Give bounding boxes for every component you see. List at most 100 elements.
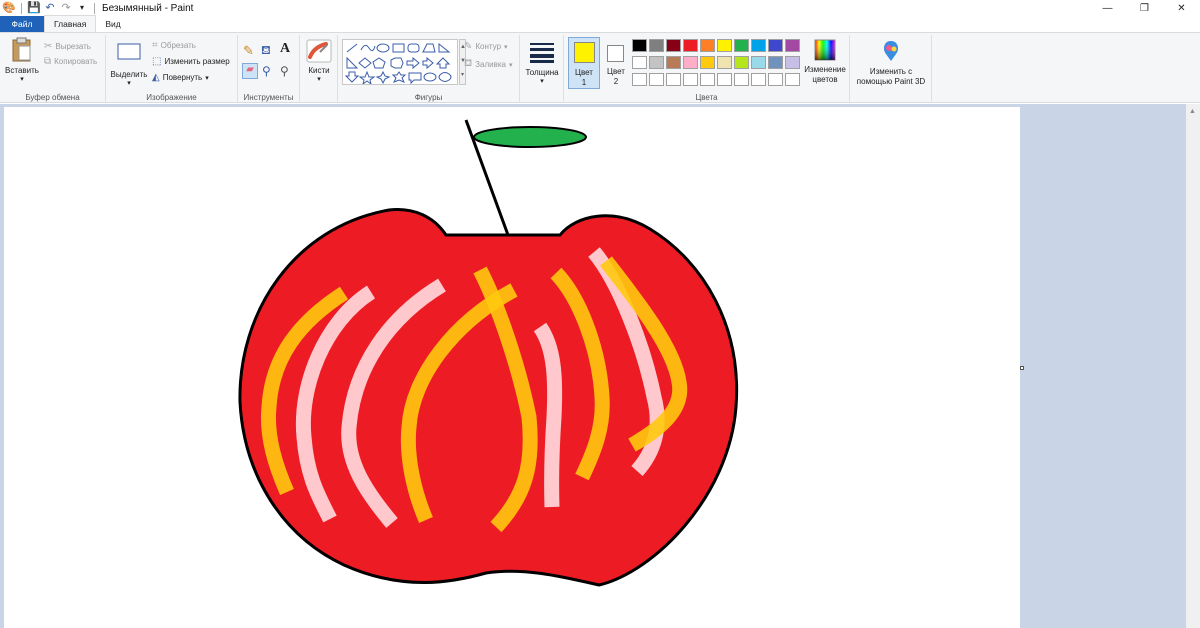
rotate-button[interactable]: ◭ Повернуть ▾	[152, 72, 209, 83]
palette-swatch[interactable]	[666, 73, 681, 86]
edit-colors-button[interactable]: Изменение цветов	[802, 39, 848, 85]
line-thickness-icon	[530, 43, 554, 63]
resize-icon: ⬚	[152, 56, 162, 67]
paint3d-button[interactable]: Изменить с помощью Paint 3D	[854, 39, 928, 87]
palette-swatch[interactable]	[751, 39, 766, 52]
color2-number: 2	[613, 77, 619, 86]
resize-button[interactable]: ⬚ Изменить размер	[152, 56, 230, 67]
palette-swatch[interactable]	[734, 73, 749, 86]
palette-swatch[interactable]	[632, 39, 647, 52]
size-button[interactable]: Толщина ▾	[524, 41, 560, 85]
palette-swatch[interactable]	[717, 56, 732, 69]
window-title: Безымянный - Paint	[102, 2, 194, 14]
brushes-label: Кисти	[308, 66, 330, 75]
palette-swatch[interactable]	[632, 56, 647, 69]
workspace	[0, 104, 1200, 628]
palette-swatch[interactable]	[683, 39, 698, 52]
chevron-down-icon: ▾	[127, 80, 131, 87]
outline-button[interactable]: ✎ Контур ▾	[464, 41, 508, 52]
crop-button[interactable]: ⌗ Обрезать	[152, 40, 196, 51]
vertical-scrollbar[interactable]: ▲	[1186, 104, 1200, 628]
copy-label: Копировать	[54, 57, 98, 66]
palette-swatch[interactable]	[751, 73, 766, 86]
palette-swatch[interactable]	[734, 56, 749, 69]
palette-swatch[interactable]	[717, 39, 732, 52]
fill-label: Заливка	[475, 60, 506, 69]
scroll-up-arrow[interactable]: ▲	[1189, 108, 1197, 116]
paste-button[interactable]: Вставить ▾	[3, 37, 41, 83]
drawing-canvas[interactable]	[4, 107, 1024, 628]
color-picker-icon[interactable]: ⚲	[262, 64, 271, 78]
tab-home[interactable]: Главная	[44, 15, 97, 32]
palette-swatch[interactable]	[666, 39, 681, 52]
redo-icon[interactable]: ↷	[59, 1, 73, 15]
ribbon: Вставить ▾ ✂ Вырезать ⧉ Копировать Буфер…	[0, 32, 1200, 103]
brush-icon	[306, 39, 332, 63]
palette-swatch[interactable]	[768, 56, 783, 69]
copy-button[interactable]: ⧉ Копировать	[44, 56, 97, 67]
title-bar: 🎨 💾 ↶ ↷ ▾ Безымянный - Paint — ❐ ✕	[0, 0, 1200, 16]
cut-button[interactable]: ✂ Вырезать	[44, 41, 91, 52]
maximize-button[interactable]: ❐	[1126, 0, 1163, 16]
magnifier-icon[interactable]: ⚲	[280, 64, 289, 78]
apple-leaf	[473, 126, 587, 148]
paint3d-icon	[883, 41, 899, 61]
shapes-group-label: Фигуры	[414, 93, 443, 102]
palette-swatch[interactable]	[683, 56, 698, 69]
shapes-gallery[interactable]	[342, 39, 458, 85]
size-label: Толщина	[525, 68, 559, 77]
shapes-gallery-icons	[344, 42, 452, 84]
palette-swatch[interactable]	[768, 73, 783, 86]
crop-label: Обрезать	[160, 41, 196, 50]
save-icon[interactable]: 💾	[27, 1, 41, 15]
chevron-down-icon: ▾	[20, 76, 24, 83]
separator	[21, 2, 22, 14]
quick-access-toolbar: 🎨 💾 ↶ ↷ ▾	[0, 0, 98, 16]
undo-icon[interactable]: ↶	[43, 1, 57, 15]
crop-icon: ⌗	[152, 40, 158, 51]
palette-swatch[interactable]	[700, 56, 715, 69]
eraser-icon[interactable]: ▰	[242, 63, 258, 79]
palette-swatch[interactable]	[768, 39, 783, 52]
pencil-icon[interactable]: ✎	[243, 43, 254, 59]
brushes-button[interactable]: Кисти ▾	[303, 39, 335, 83]
chevron-down-icon: ▾	[540, 78, 544, 85]
chevron-down-icon: ▾	[508, 61, 513, 69]
minimize-button[interactable]: —	[1089, 0, 1126, 16]
cut-label: Вырезать	[55, 42, 91, 51]
tab-file[interactable]: Файл	[0, 16, 44, 32]
close-button[interactable]: ✕	[1163, 0, 1200, 16]
palette-swatch[interactable]	[649, 56, 664, 69]
palette-swatch[interactable]	[683, 73, 698, 86]
color-palette	[632, 39, 804, 89]
apple-drawing	[238, 119, 739, 587]
palette-swatch[interactable]	[751, 56, 766, 69]
palette-swatch[interactable]	[785, 39, 800, 52]
ribbon-tabs: Файл Главная Вид	[0, 15, 1200, 32]
text-icon[interactable]: A	[280, 41, 290, 57]
paste-icon	[12, 37, 31, 62]
customize-toolbar-icon[interactable]: ▾	[75, 1, 89, 15]
palette-swatch[interactable]	[785, 56, 800, 69]
fill-bucket-icon[interactable]: ⛾	[261, 43, 271, 59]
palette-swatch[interactable]	[632, 73, 647, 86]
select-label: Выделить	[110, 70, 148, 79]
canvas-resize-handle[interactable]	[1020, 366, 1024, 370]
select-button[interactable]: Выделить ▾	[110, 43, 148, 87]
chevron-down-icon: ▾	[205, 74, 209, 82]
palette-swatch[interactable]	[734, 39, 749, 52]
color2-button[interactable]: Цвет 2	[602, 37, 630, 89]
palette-swatch[interactable]	[785, 73, 800, 86]
palette-swatch[interactable]	[700, 39, 715, 52]
palette-swatch[interactable]	[700, 73, 715, 86]
palette-swatch[interactable]	[717, 73, 732, 86]
select-rectangle-icon	[117, 43, 141, 60]
palette-swatch[interactable]	[649, 73, 664, 86]
palette-swatch[interactable]	[666, 56, 681, 69]
tab-view[interactable]: Вид	[96, 16, 129, 32]
color1-number: 1	[581, 78, 587, 87]
color2-label: Цвет	[607, 67, 625, 76]
fill-button[interactable]: ⛾ Заливка ▾	[464, 58, 512, 71]
color1-button[interactable]: Цвет 1	[568, 37, 600, 89]
palette-swatch[interactable]	[649, 39, 664, 52]
